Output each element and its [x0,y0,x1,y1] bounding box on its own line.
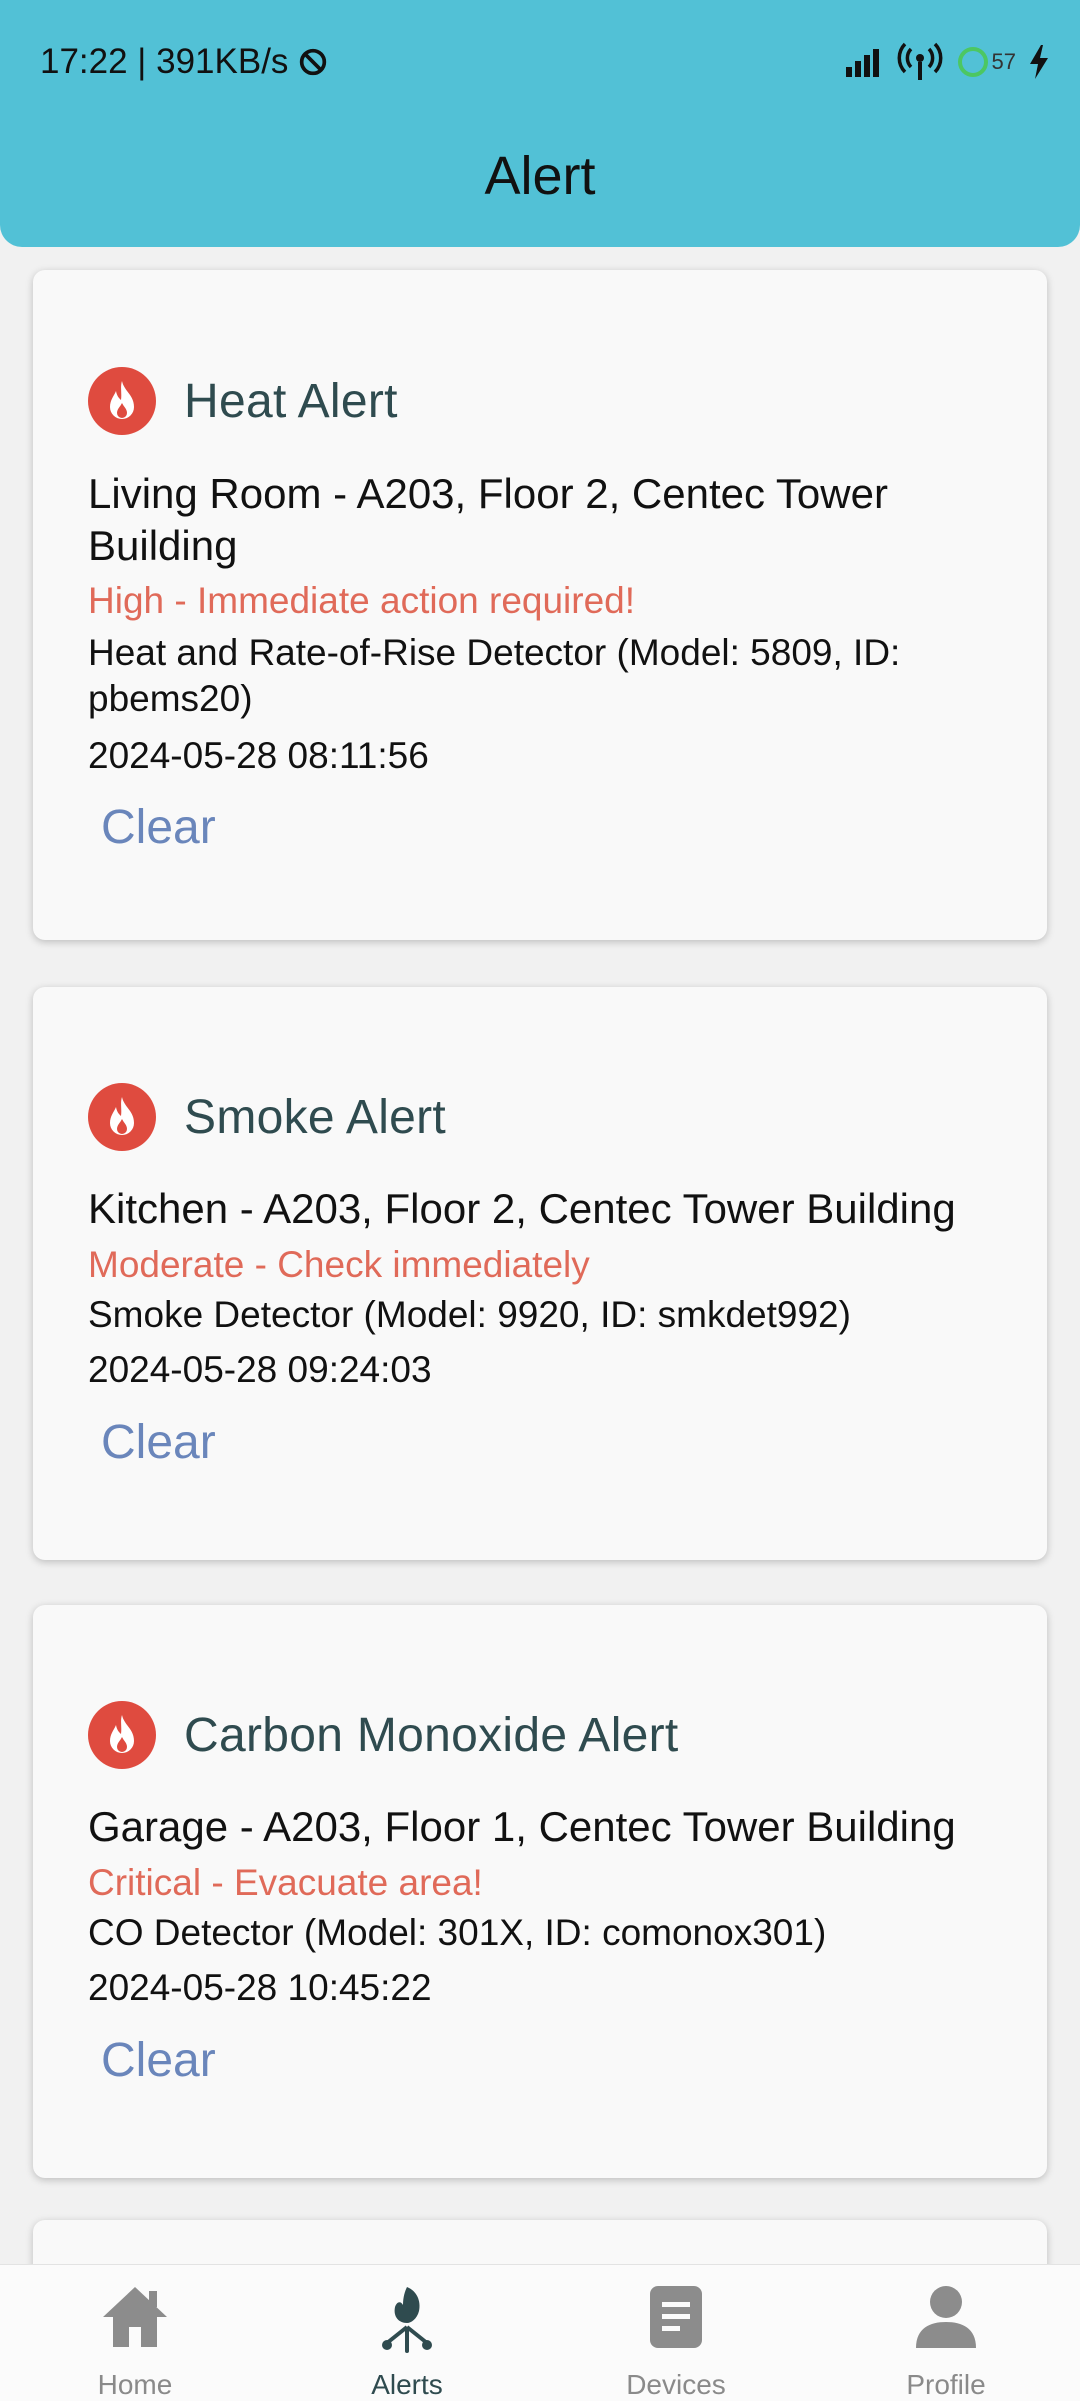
alert-title: Carbon Monoxide Alert [184,1708,679,1762]
nav-profile-label: Profile [906,2369,986,2400]
alert-timestamp: 2024-05-28 08:11:56 [88,735,429,776]
profile-icon [916,2286,976,2348]
nav-home-label: Home [97,2369,173,2400]
fire-icon [88,1701,156,1769]
alert-card: Heat Alert Living Room - A203, Floor 2, … [33,270,1047,940]
alert-card: Smoke Alert Kitchen - A203, Floor 2, Cen… [33,987,1047,1560]
alert-location: Living Room - A203, Floor 2, Centec Towe… [88,470,888,569]
alert-card-header: Smoke Alert [88,1083,446,1151]
nav-devices-label: Devices [626,2369,726,2400]
fire-icon [88,1083,156,1151]
alert-device: Heat and Rate-of-Rise Detector (Model: 5… [88,632,901,719]
alerts-icon [382,2287,432,2353]
clear-button[interactable]: Clear [101,2033,216,2088]
hotspot-icon [897,42,942,80]
alert-severity: Critical - Evacuate area! [88,1862,483,1903]
fire-icon [88,367,156,435]
battery-ring-icon [957,47,988,77]
nav-home[interactable]: Home [25,2279,245,2401]
status-icons: 57 [844,40,1050,84]
page-title: Alert [484,146,596,206]
alert-device: Smoke Detector (Model: 9920, ID: smkdet9… [88,1294,851,1335]
clear-button[interactable]: Clear [101,1415,216,1470]
alert-card-header: Carbon Monoxide Alert [88,1701,679,1769]
bottom-nav: Home Alerts Devices Profile [0,2264,1080,2401]
home-icon [103,2287,167,2347]
alert-device: CO Detector (Model: 301X, ID: comonox301… [88,1912,827,1953]
battery-level: 57 [991,49,1016,74]
alert-card-header: Heat Alert [88,367,398,435]
status-bar: 17:22 | 391KB/s 57 [0,0,1080,130]
signal-icon [845,49,879,77]
alert-title: Heat Alert [184,374,398,428]
do-not-disturb-icon [300,48,327,76]
alert-severity: Moderate - Check immediately [88,1244,590,1285]
clear-button[interactable]: Clear [101,800,216,855]
alert-card: Carbon Monoxide Alert Garage - A203, Flo… [33,1605,1047,2178]
alert-severity: High - Immediate action required! [88,580,636,621]
alert-timestamp: 2024-05-28 09:24:03 [88,1349,432,1390]
charging-icon [1030,45,1048,79]
status-time: 17:22 | 391KB/s [40,42,289,81]
nav-alerts[interactable]: Alerts [297,2279,517,2401]
alert-location: Garage - A203, Floor 1, Centec Tower Bui… [88,1803,956,1850]
status-time-group: 17:22 | 391KB/s [40,42,330,82]
app-header: 17:22 | 391KB/s 57 Alert [0,0,1080,247]
nav-alerts-label: Alerts [371,2369,443,2400]
alert-location: Kitchen - A203, Floor 2, Centec Tower Bu… [88,1185,956,1232]
devices-icon [650,2286,702,2348]
nav-profile[interactable]: Profile [836,2279,1056,2401]
alert-timestamp: 2024-05-28 10:45:22 [88,1967,432,2008]
nav-devices[interactable]: Devices [566,2279,786,2401]
alert-title: Smoke Alert [184,1090,447,1144]
